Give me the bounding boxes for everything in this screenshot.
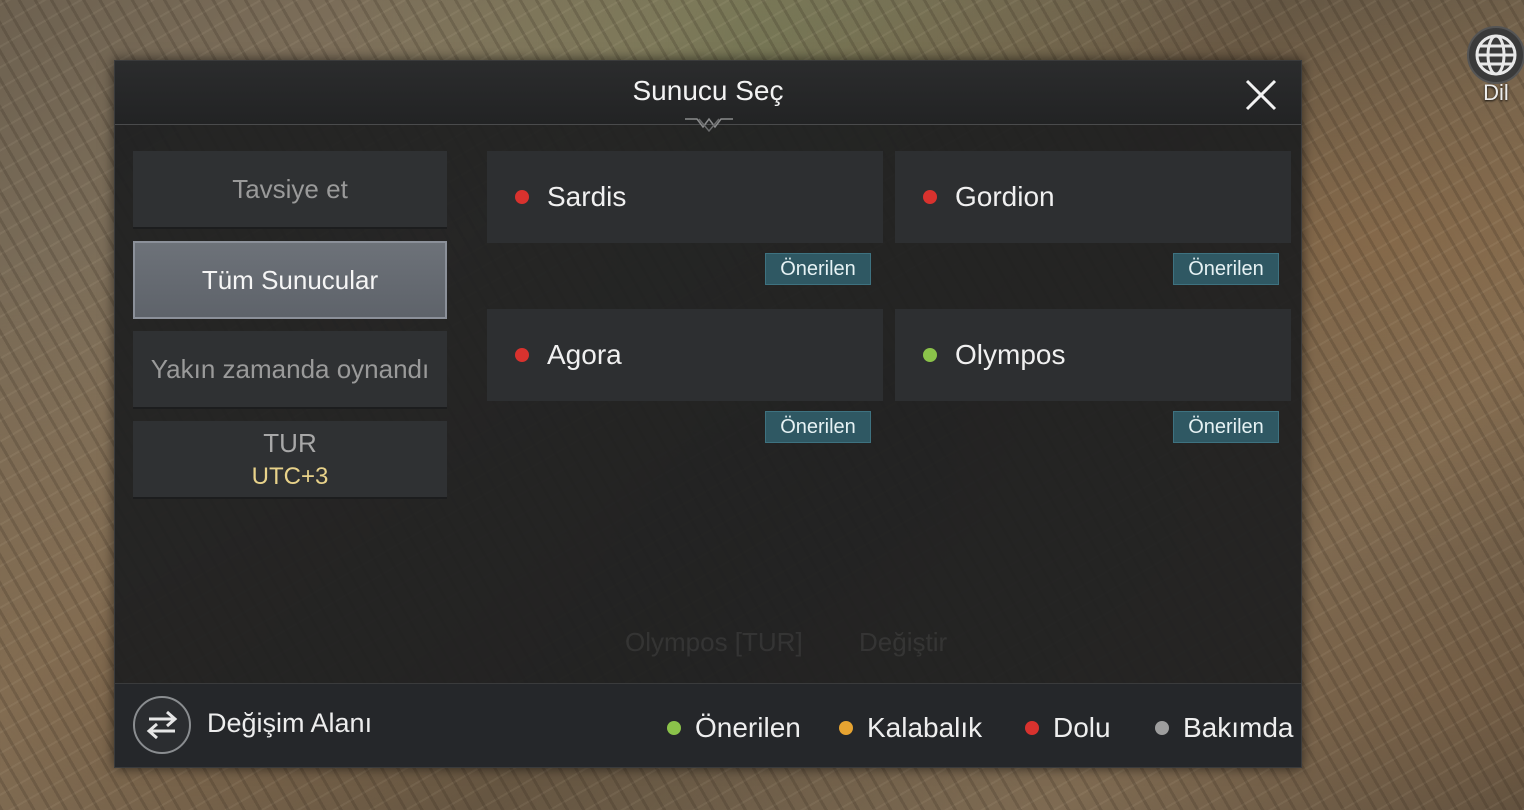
- recommended-badge: Önerilen: [765, 411, 871, 443]
- status-dot: [667, 721, 681, 735]
- legend-crowded: Kalabalık: [839, 712, 982, 744]
- recommended-badge: Önerilen: [1173, 253, 1279, 285]
- swap-area-button[interactable]: [133, 696, 191, 754]
- change-text: Değiştir: [859, 627, 948, 657]
- swap-arrows-icon: [146, 710, 178, 740]
- legend-recommended: Önerilen: [667, 712, 801, 744]
- legend-label: Bakımda: [1183, 712, 1294, 743]
- status-dot: [923, 348, 937, 362]
- server-card-olympos[interactable]: Olympos: [895, 309, 1291, 401]
- nav-item-label: Tüm Sunucular: [201, 264, 379, 295]
- globe-icon: [1467, 26, 1524, 84]
- close-icon: [1245, 79, 1277, 111]
- status-dot: [839, 721, 853, 735]
- timezone-label: UTC+3: [251, 462, 329, 490]
- server-card-sardis[interactable]: Sardis: [487, 151, 883, 243]
- server-name: Olympos: [955, 339, 1066, 370]
- status-dot: [1025, 721, 1039, 735]
- recommended-badge: Önerilen: [765, 253, 871, 285]
- dialog-title: Sunucu Seç: [632, 75, 784, 106]
- status-dot: [515, 348, 529, 362]
- language-label: Dil: [1483, 80, 1509, 105]
- nav-item-all-servers[interactable]: Tüm Sunucular: [133, 241, 447, 319]
- nav-item-label: Tavsiye et: [232, 173, 348, 204]
- dialog-footer: Değişim Alanı Önerilen Kalabalık Dolu Ba…: [115, 683, 1301, 767]
- server-name: Sardis: [547, 181, 627, 212]
- current-server-text: Olympos [TUR]: [625, 627, 803, 657]
- legend-maintenance: Bakımda: [1155, 712, 1294, 744]
- dialog-header: Sunucu Seç: [115, 61, 1301, 133]
- language-button[interactable]: Dil: [1467, 26, 1524, 116]
- server-name: Agora: [547, 339, 622, 370]
- server-select-dialog: Sunucu Seç Tavsiye et Tüm Sunucular Yakı…: [114, 60, 1302, 768]
- legend-label: Dolu: [1053, 712, 1111, 743]
- server-name: Gordion: [955, 181, 1055, 212]
- legend-label: Kalabalık: [867, 712, 983, 743]
- legend-full: Dolu: [1025, 712, 1111, 744]
- ornament-icon: [685, 117, 733, 133]
- nav-item-label: TUR: [263, 427, 317, 458]
- swap-area-label[interactable]: Değişim Alanı: [207, 708, 372, 739]
- status-dot: [923, 190, 937, 204]
- server-card-agora[interactable]: Agora: [487, 309, 883, 401]
- nav-item-recommend[interactable]: Tavsiye et: [133, 151, 447, 229]
- nav-item-region-tur[interactable]: TUR UTC+3: [133, 421, 447, 499]
- nav-item-label: Yakın zamanda oynandı: [150, 353, 430, 384]
- recommended-badge: Önerilen: [1173, 411, 1279, 443]
- status-dot: [1155, 721, 1169, 735]
- close-button[interactable]: [1241, 75, 1281, 115]
- status-dot: [515, 190, 529, 204]
- nav-item-recently-played[interactable]: Yakın zamanda oynandı: [133, 331, 447, 409]
- server-card-gordion[interactable]: Gordion: [895, 151, 1291, 243]
- legend-label: Önerilen: [695, 712, 801, 743]
